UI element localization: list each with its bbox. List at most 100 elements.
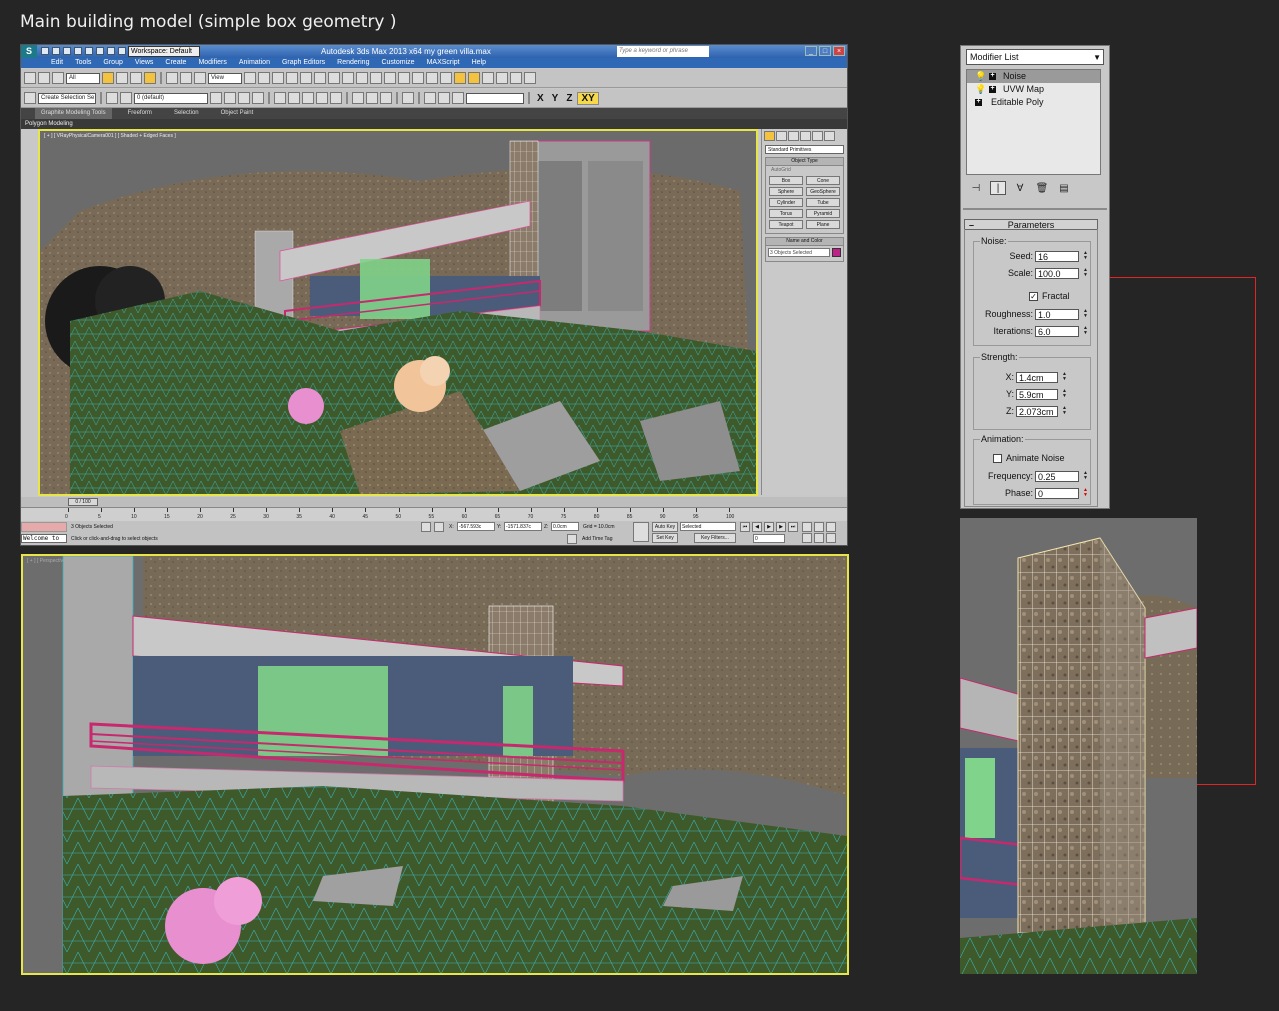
reference-coordinate-dropdown[interactable]: View <box>208 72 242 84</box>
viewport-label[interactable]: [ + ] [ VRayPhysicalCamera001 ] [ Shaded… <box>44 133 176 139</box>
maxscript-listener-mini[interactable] <box>21 522 67 532</box>
strength-x-field[interactable]: 1.4cm <box>1016 371 1058 383</box>
chevron-down-icon[interactable]: ▼ <box>1093 50 1101 65</box>
align-icon[interactable] <box>370 72 382 84</box>
light-bulb-icon[interactable]: 💡 <box>975 85 986 94</box>
axis-y-button[interactable]: Y <box>549 93 562 104</box>
time-slider[interactable]: 0 / 100 <box>68 498 98 506</box>
select-object-icon[interactable] <box>102 72 114 84</box>
set-key-mode-icon[interactable] <box>633 522 649 542</box>
create-tab-icon[interactable] <box>764 131 775 141</box>
new-file-icon[interactable] <box>41 47 49 55</box>
open-container-icon[interactable] <box>380 92 392 104</box>
pyramid-button[interactable]: Pyramid <box>806 209 840 218</box>
sun-icon[interactable] <box>510 72 522 84</box>
layer-dropdown[interactable]: 0 (default) <box>134 92 208 104</box>
pan-icon[interactable] <box>814 533 824 543</box>
viewport-label[interactable]: [ + ] [ Perspective ] [ Shaded + Edged F… <box>27 558 128 564</box>
primitive-category-dropdown[interactable]: Standard Primitives <box>765 145 844 154</box>
modify-tab-icon[interactable] <box>776 131 787 141</box>
window-crossing-icon[interactable] <box>144 72 156 84</box>
plane-button[interactable]: Plane <box>806 220 840 229</box>
modifier-stack-item-editable-poly[interactable]: + Editable Poly <box>967 96 1100 109</box>
fractal-checkbox[interactable]: ✓ Fractal <box>1029 291 1070 301</box>
schematic-view-icon[interactable] <box>426 72 438 84</box>
next-frame-icon[interactable]: ▶ <box>776 522 786 532</box>
pin-stack-icon[interactable]: ⊣ <box>968 181 984 195</box>
previous-frame-icon[interactable]: ◀ <box>752 522 762 532</box>
named-selection-set-dropdown[interactable]: Create Selection Se <box>38 92 96 104</box>
strength-x-spinner[interactable]: ▲ ▼ <box>1061 371 1068 383</box>
perspective-viewport[interactable]: [ + ] [ Perspective ] [ Shaded + Edged F… <box>21 554 849 975</box>
cone-button[interactable]: Cone <box>806 176 840 185</box>
layer-freeze-icon[interactable] <box>120 92 132 104</box>
rotate-icon[interactable] <box>180 72 192 84</box>
scene-explorer-icon[interactable] <box>402 92 414 104</box>
iterations-field[interactable]: 6.0 <box>1035 325 1079 337</box>
seed-spinner[interactable]: ▲ ▼ <box>1082 250 1089 262</box>
layer-manager-icon[interactable] <box>384 72 396 84</box>
strength-y-field[interactable]: 5.9cm <box>1016 388 1058 400</box>
geosphere-button[interactable]: GeoSphere <box>806 187 840 196</box>
fetch-icon[interactable] <box>107 47 115 55</box>
utilities-tab-icon[interactable] <box>824 131 835 141</box>
menu-graph-editors[interactable]: Graph Editors <box>276 58 331 68</box>
rectangular-selection-icon[interactable] <box>130 72 142 84</box>
menu-customize[interactable]: Customize <box>375 58 420 68</box>
brush-preset-dropdown[interactable] <box>466 92 524 104</box>
strength-z-spinner[interactable]: ▲ ▼ <box>1061 405 1068 417</box>
configure-modifier-sets-icon[interactable]: ▤ <box>1056 181 1072 195</box>
frequency-field[interactable]: 0.25 <box>1035 470 1079 482</box>
axis-z-button[interactable]: Z <box>563 93 575 104</box>
workspace-dropdown[interactable]: Workspace: Default <box>128 46 200 57</box>
add-to-layer-icon[interactable] <box>224 92 236 104</box>
brush-preset-icon[interactable] <box>424 92 436 104</box>
object-name-field[interactable]: 3 Objects Selected <box>768 248 830 257</box>
zoom-icon[interactable] <box>802 522 812 532</box>
pivot-icon[interactable] <box>244 72 256 84</box>
save-file-icon[interactable] <box>63 47 71 55</box>
go-to-start-icon[interactable]: ⏮ <box>740 522 750 532</box>
snaps-toggle-icon[interactable] <box>286 72 298 84</box>
zoom-all-icon[interactable] <box>814 522 824 532</box>
minimize-button[interactable]: _ <box>805 46 817 56</box>
z-coordinate-field[interactable]: 0.0cm <box>551 522 579 531</box>
select-layer-objects-icon[interactable] <box>238 92 250 104</box>
roughness-spinner[interactable]: ▲ ▼ <box>1082 308 1089 320</box>
object-type-header[interactable]: Object Type <box>766 158 843 166</box>
unlink-icon[interactable] <box>38 72 50 84</box>
torus-button[interactable]: Torus <box>769 209 803 218</box>
motion-tab-icon[interactable] <box>800 131 811 141</box>
statistics-icon[interactable] <box>316 92 328 104</box>
play-icon[interactable]: ▶ <box>764 522 774 532</box>
modifier-list-dropdown[interactable]: Modifier List ▼ <box>966 49 1104 65</box>
axis-xy-button[interactable]: XY <box>577 91 599 105</box>
open-file-icon[interactable] <box>52 47 60 55</box>
select-by-name-icon[interactable] <box>116 72 128 84</box>
project-folder-icon[interactable] <box>118 47 126 55</box>
brush-size-icon[interactable] <box>438 92 450 104</box>
redo-icon[interactable] <box>85 47 93 55</box>
hold-icon[interactable] <box>96 47 104 55</box>
named-selection-icon[interactable] <box>342 72 354 84</box>
menu-animation[interactable]: Animation <box>233 58 276 68</box>
tab-freeform[interactable]: Freeform <box>122 108 158 119</box>
search-input[interactable]: Type a keyword or phrase <box>617 46 709 57</box>
name-color-header[interactable]: Name and Color <box>766 238 843 246</box>
strength-y-spinner[interactable]: ▲ ▼ <box>1061 388 1068 400</box>
undo-icon[interactable] <box>74 47 82 55</box>
app-logo-button[interactable]: S <box>21 45 37 58</box>
expand-plus-icon[interactable]: + <box>989 72 996 80</box>
auto-key-button[interactable]: Auto Key <box>652 522 678 532</box>
lock-selection-icon[interactable] <box>421 522 431 532</box>
maxscript-welcome[interactable]: Welcome to <box>21 534 67 543</box>
show-end-result-icon[interactable]: | <box>990 181 1006 195</box>
roughness-field[interactable]: 1.0 <box>1035 308 1079 320</box>
set-current-layer-icon[interactable] <box>252 92 264 104</box>
layer-visible-icon[interactable] <box>106 92 118 104</box>
menu-edit[interactable]: Edit <box>45 58 69 68</box>
maximize-button[interactable]: □ <box>819 46 831 56</box>
time-tag-icon[interactable] <box>567 534 577 544</box>
cylinder-button[interactable]: Cylinder <box>769 198 803 207</box>
animate-noise-checkbox[interactable]: Animate Noise <box>993 453 1065 463</box>
